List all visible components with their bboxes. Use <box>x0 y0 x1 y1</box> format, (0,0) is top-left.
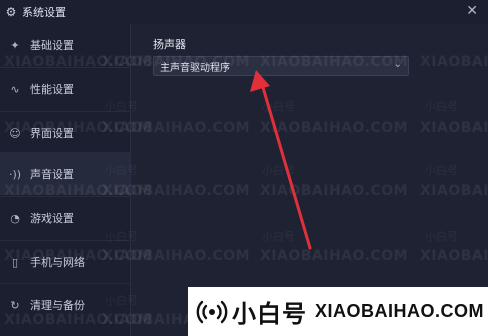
watermark-brand: 小白号 <box>262 100 295 113</box>
close-icon[interactable]: ✕ <box>466 3 478 19</box>
brand-banner: 小白号 XIAOBAIHAO.COM <box>188 287 488 336</box>
watermark-text: XIAOBAIHAO.COM <box>260 248 409 264</box>
watermark-brand: 小白号 <box>262 230 295 243</box>
watermark-brand: 小白号 <box>105 100 138 113</box>
watermark-brand: 小白号 <box>262 164 295 177</box>
watermark-text: XIAOBAIHAO.COM <box>420 183 488 199</box>
watermark-text: XIAOBAIHAO.COM <box>102 120 251 136</box>
watermark-brand: 小白号 <box>425 230 458 243</box>
watermark-text: XIAOBAIHAO.COM <box>420 120 488 136</box>
watermark-text: XIAOBAIHAO.COM <box>102 54 251 70</box>
watermark-text: XIAOBAIHAO.COM <box>260 54 409 70</box>
title-bar: ⚙ 系统设置 ✕ <box>0 0 488 24</box>
watermark-brand: 小白号 <box>105 230 138 243</box>
pulse-icon: ∿ <box>10 82 20 96</box>
sound-icon: ·)) <box>8 167 22 181</box>
watermark-brand: 小白号 <box>105 164 138 177</box>
watermark-text: XIAOBAIHAO.COM <box>420 54 488 70</box>
watermark-text: XIAOBAIHAO.COM <box>420 248 488 264</box>
watermark-text: XIAOBAIHAO.COM <box>102 183 251 199</box>
broadcast-logo-icon <box>196 296 228 328</box>
brand-name: 小白号 <box>232 300 307 328</box>
speaker-label: 扬声器 <box>153 38 186 51</box>
watermark-brand: 小白号 <box>425 164 458 177</box>
brand-domain: XIAOBAIHAO.COM <box>315 301 484 321</box>
sidebar-item-label: 基础设置 <box>30 39 74 52</box>
sidebar-item-label: 清理与备份 <box>30 299 85 312</box>
watermark-text: XIAOBAIHAO.COM <box>102 248 251 264</box>
sidebar: ✦ 基础设置 ∿ 性能设置 ☺ 界面设置 ·)) 声音设置 ◔ 游戏设置 ▯ 手… <box>0 24 131 336</box>
gear-icon: ⚙ <box>5 5 17 19</box>
watermark-brand: 小白号 <box>105 294 138 307</box>
cleanup-icon: ↻ <box>10 298 20 312</box>
window-title: 系统设置 <box>22 6 66 19</box>
watermark-text: XIAOBAIHAO.COM <box>260 120 409 136</box>
watermark-text: XIAOBAIHAO.COM <box>260 183 409 199</box>
sidebar-item-label: 游戏设置 <box>30 212 74 225</box>
sidebar-item-label: 声音设置 <box>30 168 74 181</box>
gear-icon: ✦ <box>10 38 20 52</box>
watermark-brand: 小白号 <box>425 100 458 113</box>
game-icon: ◔ <box>10 211 20 225</box>
sidebar-item-label: 性能设置 <box>30 83 74 96</box>
